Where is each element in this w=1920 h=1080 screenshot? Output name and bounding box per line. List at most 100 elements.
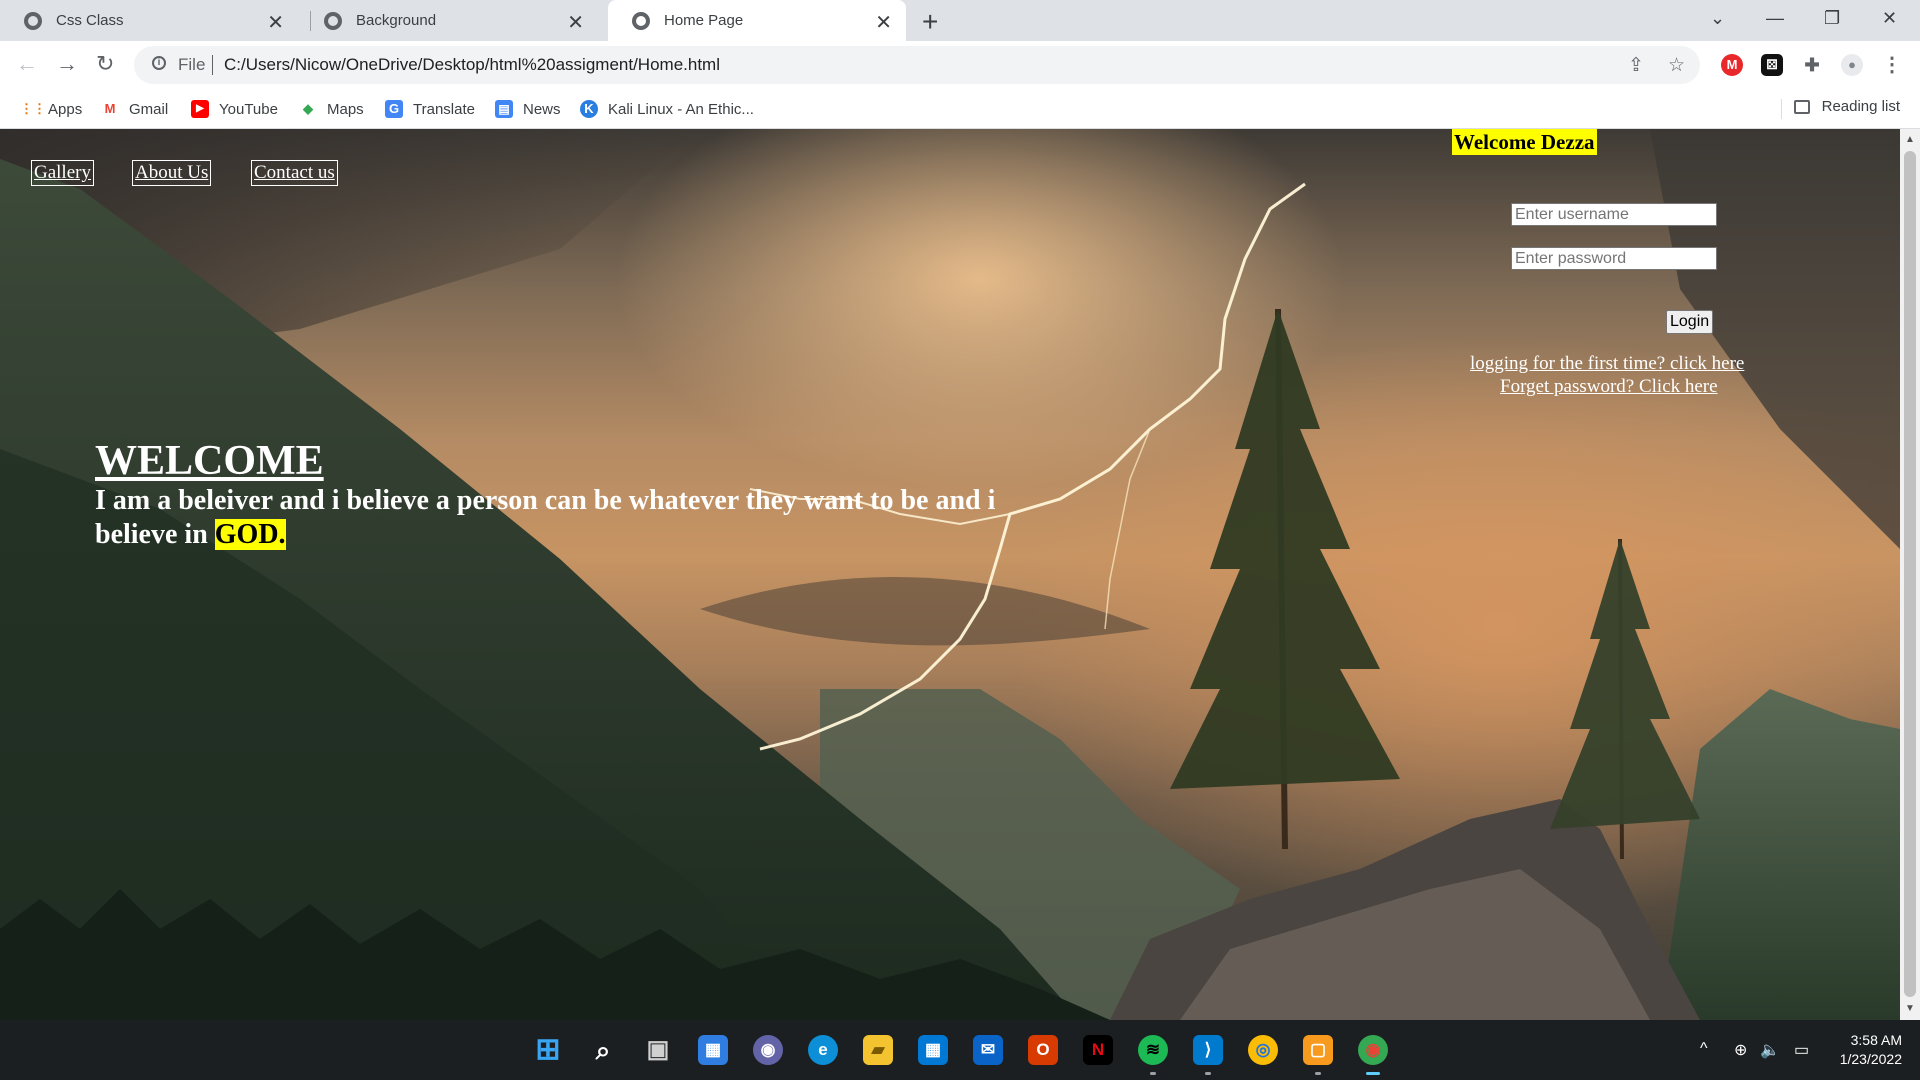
widgets-icon[interactable]: ▦ xyxy=(698,1035,728,1065)
bookmark-label: Gmail xyxy=(129,100,169,118)
running-indicator xyxy=(1205,1072,1211,1075)
nav-link-gallery[interactable]: Gallery xyxy=(31,160,94,186)
apps-grid-icon: ⋮⋮ xyxy=(20,101,46,116)
dice-extension-icon[interactable]: ⚄ xyxy=(1761,54,1783,76)
microsoft-store-icon[interactable]: ▦ xyxy=(918,1035,948,1065)
globe-icon xyxy=(324,11,342,30)
restore-button[interactable]: ❐ xyxy=(1824,8,1840,29)
hero-title: WELCOME xyxy=(95,438,324,484)
bookmark-star-icon[interactable]: ☆ xyxy=(1668,54,1685,77)
bookmark-apps[interactable]: ⋮⋮ Apps xyxy=(20,98,82,120)
forward-button[interactable]: → xyxy=(56,51,78,77)
tray-overflow-icon[interactable]: ^ xyxy=(1700,1040,1708,1058)
news-icon: ▤ xyxy=(495,100,513,118)
bookmark-maps[interactable]: ◆ Maps xyxy=(299,98,364,120)
scroll-thumb[interactable] xyxy=(1904,151,1916,997)
url-text[interactable]: C:/Users/Nicow/OneDrive/Desktop/html%20a… xyxy=(224,55,720,75)
reload-button[interactable]: ↻ xyxy=(96,51,114,77)
bookmark-translate[interactable]: G Translate xyxy=(385,98,475,120)
tab-background[interactable]: Background ✕ xyxy=(300,0,598,41)
bookmarks-divider xyxy=(1781,99,1782,119)
url-scheme: File xyxy=(178,55,206,74)
chrome-alt-icon[interactable]: ◎ xyxy=(1248,1035,1278,1065)
close-icon[interactable]: ✕ xyxy=(267,10,284,35)
bookmark-label: YouTube xyxy=(219,100,278,118)
login-button[interactable]: Login xyxy=(1666,310,1714,334)
web-page: Gallery About Us Contact us Welcome Dezz… xyxy=(0,129,1900,1020)
tab-title: Background xyxy=(356,12,437,29)
language-icon[interactable]: ⊕ xyxy=(1734,1040,1747,1060)
kali-icon: K xyxy=(580,100,598,118)
storm-cloud xyxy=(1650,129,1900,549)
pine-tree xyxy=(1550,539,1700,829)
info-icon[interactable]: i xyxy=(152,56,166,70)
forgot-password-link[interactable]: Forget password? Click here xyxy=(1500,376,1718,398)
password-input[interactable] xyxy=(1511,247,1717,270)
reading-list-icon xyxy=(1793,99,1810,114)
nav-link-about-us[interactable]: About Us xyxy=(132,160,212,186)
youtube-icon: ▶ xyxy=(191,100,209,118)
active-indicator xyxy=(1366,1072,1380,1075)
tab-title: Home Page xyxy=(664,12,744,29)
task-view-icon[interactable]: ▣ xyxy=(643,1035,673,1065)
chrome-icon[interactable]: ◉ xyxy=(1358,1035,1388,1065)
netflix-icon[interactable]: N xyxy=(1083,1035,1113,1065)
system-clock[interactable]: 3:58 AM 1/23/2022 xyxy=(1840,1031,1902,1069)
teams-chat-icon[interactable]: ◉ xyxy=(753,1035,783,1065)
tab-home-page[interactable]: Home Page ✕ xyxy=(608,0,906,41)
bookmark-gmail[interactable]: M Gmail xyxy=(101,98,169,120)
running-indicator xyxy=(1150,1072,1156,1075)
new-tab-button[interactable]: + xyxy=(922,6,938,38)
scroll-down-icon[interactable]: ▼ xyxy=(1905,1003,1915,1014)
mcafee-icon[interactable]: M xyxy=(1721,54,1743,76)
puzzle-icon[interactable]: ✚ xyxy=(1801,54,1823,76)
maps-icon: ◆ xyxy=(303,101,313,116)
scroll-up-icon[interactable]: ▲ xyxy=(1905,134,1915,145)
mail-icon[interactable]: ✉ xyxy=(973,1035,1003,1065)
pine-tree xyxy=(1170,309,1400,789)
translate-icon: G xyxy=(385,100,403,118)
vscode-icon[interactable]: ⟩ xyxy=(1193,1035,1223,1065)
bookmark-kali-linux[interactable]: K Kali Linux - An Ethic... xyxy=(580,98,754,120)
globe-icon xyxy=(632,11,650,30)
username-input[interactable] xyxy=(1511,203,1717,226)
page-scrollbar[interactable]: ▲ ▼ xyxy=(1900,129,1920,1020)
close-window-button[interactable]: ✕ xyxy=(1882,8,1897,29)
share-icon[interactable]: ⇪ xyxy=(1628,54,1644,77)
nav-link-contact-us[interactable]: Contact us xyxy=(251,160,338,186)
browser-toolbar: ← → ↻ i File C:/Users/Nicow/OneDrive/Des… xyxy=(0,41,1920,89)
reading-list-button[interactable]: Reading list xyxy=(1793,98,1900,115)
bookmark-label: Apps xyxy=(48,100,83,118)
tab-css-class[interactable]: Css Class ✕ xyxy=(0,0,298,41)
file-explorer-icon[interactable]: ▰ xyxy=(863,1035,893,1065)
battery-icon[interactable]: ▭ xyxy=(1794,1040,1809,1060)
lightning-branch xyxy=(1104,428,1151,630)
bookmark-label: Maps xyxy=(327,100,364,118)
office-icon[interactable]: O xyxy=(1028,1035,1058,1065)
remote-desktop-icon[interactable]: ▢ xyxy=(1303,1035,1333,1065)
close-icon[interactable]: ✕ xyxy=(875,10,892,35)
search-icon[interactable]: ⌕ xyxy=(588,1035,618,1065)
tab-search-icon[interactable]: ⌄ xyxy=(1710,8,1725,29)
spotify-icon[interactable]: ≋ xyxy=(1138,1035,1168,1065)
back-button[interactable]: ← xyxy=(16,51,38,77)
clock-time: 3:58 AM xyxy=(1850,1032,1902,1048)
bookmark-youtube[interactable]: ▶ YouTube xyxy=(191,98,278,120)
globe-icon xyxy=(24,11,42,30)
storm-cloud xyxy=(700,576,1150,646)
bookmark-label: News xyxy=(523,100,561,118)
address-bar[interactable]: i File C:/Users/Nicow/OneDrive/Desktop/h… xyxy=(134,46,1700,84)
windows-start-icon[interactable]: ⊞ xyxy=(533,1035,563,1065)
profile-icon[interactable]: ● xyxy=(1841,54,1863,76)
edge-icon[interactable]: e xyxy=(808,1035,838,1065)
url-divider xyxy=(212,55,213,75)
menu-icon[interactable]: ⋮ xyxy=(1881,54,1903,76)
gmail-icon: M xyxy=(104,101,116,116)
running-indicator xyxy=(1315,1072,1321,1075)
bookmark-news[interactable]: ▤ News xyxy=(495,98,561,120)
volume-icon[interactable]: 🔈 xyxy=(1760,1040,1780,1060)
tab-strip: Css Class ✕ Background ✕ Home Page ✕ + ⌄… xyxy=(0,0,1920,41)
close-icon[interactable]: ✕ xyxy=(567,10,584,35)
first-time-login-link[interactable]: logging for the first time? click here xyxy=(1470,353,1744,375)
minimize-button[interactable]: — xyxy=(1766,8,1784,29)
